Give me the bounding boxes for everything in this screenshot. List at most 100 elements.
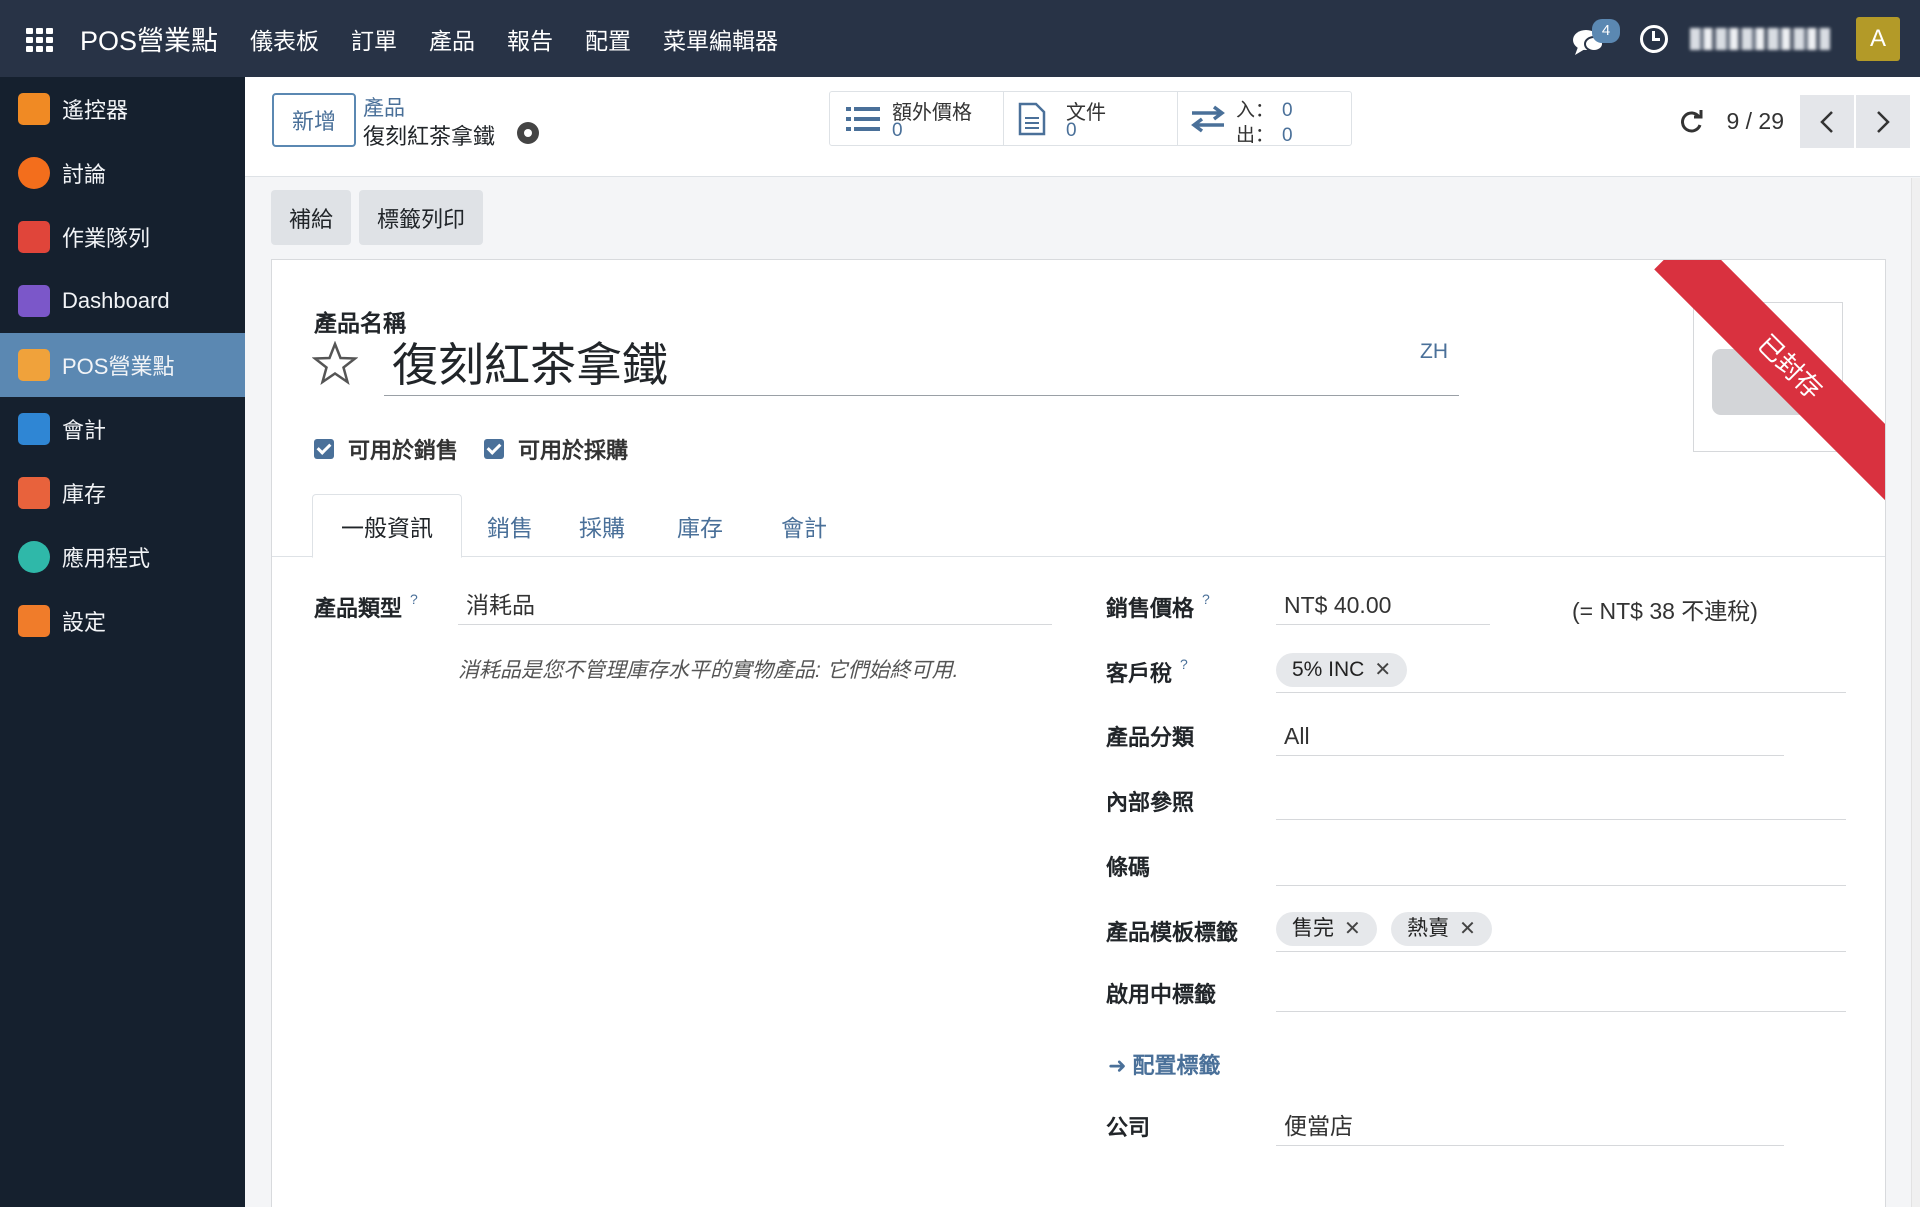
app-grid-icon[interactable] [26, 27, 56, 52]
sidebar-item-label: Dashboard [62, 288, 170, 313]
archived-ribbon: 已封存 [1654, 260, 1885, 503]
documents-value: 0 [1066, 120, 1077, 141]
pager-next-button[interactable] [1856, 95, 1910, 148]
inventory-icon [18, 477, 50, 509]
top-menu: 儀表板 訂單 產品 報告 配置 菜單編輯器 [234, 22, 794, 56]
in-label: 入： [1236, 100, 1275, 121]
barcode-input[interactable] [1276, 846, 1846, 886]
remove-tag-icon[interactable]: ✕ [1344, 912, 1361, 946]
sidebar-item-inventory[interactable]: 庫存 [0, 461, 245, 525]
app-brand[interactable]: POS營業點 [80, 19, 218, 58]
internal-ref-label: 內部參照 [1106, 790, 1195, 815]
queue-icon [18, 221, 50, 253]
star-icon[interactable] [312, 341, 358, 387]
active-tags-field[interactable] [1276, 972, 1846, 1012]
breadcrumb-current: 復刻紅茶拿鐵 [363, 124, 496, 149]
activity-clock-icon[interactable] [1640, 24, 1668, 53]
sales-price-label-text: 銷售價格 [1106, 596, 1195, 621]
can-be-purchased-checkbox[interactable]: 可用於採購 [484, 433, 628, 465]
tab-general-info[interactable]: 一般資訊 [312, 494, 462, 558]
extra-price-label: 額外價格 [892, 102, 972, 124]
settings-icon [18, 605, 50, 637]
customer-taxes-label-text: 客戶稅 [1106, 661, 1173, 686]
dashboard-icon [18, 285, 50, 317]
sidebar-item-label: POS營業點 [62, 354, 175, 379]
sidebar-item-apps[interactable]: 應用程式 [0, 525, 245, 589]
pager-value[interactable]: 9 / 29 [1726, 108, 1784, 135]
in-out-button[interactable]: 入： 0 出： 0 [1178, 92, 1351, 146]
company-select[interactable]: 便當店 [1276, 1106, 1784, 1146]
breadcrumb-parent[interactable]: 產品 [363, 92, 405, 122]
extra-price-value: 0 [892, 120, 903, 141]
replenish-button[interactable]: 補給 [271, 190, 352, 245]
sidebar-item-label: 庫存 [62, 482, 107, 507]
new-button[interactable]: 新增 [272, 93, 356, 147]
list-icon [846, 107, 880, 131]
exchange-icon [1191, 105, 1225, 133]
product-name-label: 產品名稱 [314, 310, 406, 336]
documents-button[interactable]: 文件 0 [1004, 92, 1178, 145]
internal-ref-input[interactable] [1276, 780, 1846, 820]
language-button[interactable]: ZH [1420, 340, 1448, 364]
can-be-purchased-label: 可用於採購 [518, 438, 629, 463]
template-tags-field[interactable]: 售完 ✕ 熱賣 ✕ [1276, 908, 1846, 952]
pager-previous-button[interactable] [1800, 95, 1854, 148]
customer-taxes-label: 客戶稅? [1106, 656, 1188, 688]
print-labels-button[interactable]: 標籤列印 [359, 190, 484, 245]
configure-tags-link[interactable]: ➜ 配置標籤 [1108, 1048, 1221, 1080]
extra-price-button[interactable]: 額外價格 0 [830, 92, 1004, 145]
category-select[interactable]: All [1276, 716, 1784, 756]
sidebar-item-settings[interactable]: 設定 [0, 589, 245, 653]
out-value: 0 [1282, 125, 1293, 146]
form-sheet: 已封存 產品名稱 復刻紅茶拿鐵 ZH 可用於銷售 可用於採購 一般資訊 銷售 採… [271, 259, 1886, 1207]
product-type-select[interactable]: 消耗品 [458, 585, 1052, 625]
customer-taxes-field[interactable]: 5% INC ✕ [1276, 649, 1846, 693]
arrow-right-icon: ➜ [1108, 1053, 1133, 1078]
tab-inventory[interactable]: 庫存 [650, 494, 750, 557]
menu-menu-editor[interactable]: 菜單編輯器 [663, 22, 778, 56]
help-icon[interactable]: ? [1202, 591, 1210, 607]
can-be-sold-checkbox[interactable]: 可用於銷售 [314, 433, 458, 465]
in-value: 0 [1282, 100, 1293, 121]
user-name-blurred[interactable] [1690, 27, 1830, 50]
sidebar-item-dashboard[interactable]: Dashboard [0, 269, 245, 333]
sidebar-item-label: 設定 [62, 610, 107, 635]
document-icon [1018, 102, 1046, 136]
remove-tag-icon[interactable]: ✕ [1374, 653, 1391, 687]
sidebar-item-remote[interactable]: 遙控器 [0, 77, 245, 141]
checkbox-checked-icon [484, 439, 505, 459]
tax-tag-label: 5% INC [1292, 658, 1365, 681]
help-icon[interactable]: ? [1180, 656, 1188, 672]
sidebar-item-discuss[interactable]: 討論 [0, 141, 245, 205]
gear-icon[interactable] [517, 122, 539, 144]
reload-icon[interactable] [1678, 109, 1704, 135]
menu-products[interactable]: 產品 [429, 22, 475, 56]
menu-orders[interactable]: 訂單 [351, 22, 397, 56]
sidebar-item-label: 遙控器 [62, 98, 129, 123]
menu-configuration[interactable]: 配置 [585, 22, 631, 56]
sidebar-item-pos[interactable]: POS營業點 [0, 333, 245, 397]
remote-icon [18, 93, 50, 125]
action-buttons: 補給 標籤列印 [271, 190, 491, 245]
template-tag-label: 熱賣 [1407, 917, 1450, 940]
tab-sales[interactable]: 銷售 [466, 494, 554, 557]
product-type-label-text: 產品類型 [314, 596, 403, 621]
page-scrollbar[interactable] [1911, 178, 1920, 1207]
sidebar-item-queue[interactable]: 作業隊列 [0, 205, 245, 269]
remove-tag-icon[interactable]: ✕ [1459, 912, 1476, 946]
product-name-input[interactable]: 復刻紅茶拿鐵 [384, 334, 1459, 396]
sales-price-tax-note: (= NT$ 38 不連稅) [1572, 598, 1758, 624]
help-icon[interactable]: ? [410, 591, 418, 607]
messages-button[interactable]: 4 [1572, 18, 1620, 59]
menu-dashboard[interactable]: 儀表板 [250, 22, 319, 56]
avatar[interactable]: A [1856, 16, 1900, 61]
sidebar-item-label: 應用程式 [62, 546, 151, 571]
sidebar: 遙控器 討論 作業隊列 Dashboard POS營業點 會計 庫存 應用程式 … [0, 77, 245, 1207]
apps-icon [18, 541, 50, 573]
tab-purchase[interactable]: 採購 [558, 494, 646, 557]
sidebar-item-accounting[interactable]: 會計 [0, 397, 245, 461]
tab-accounting[interactable]: 會計 [754, 494, 854, 557]
sales-price-input[interactable]: NT$ 40.00 [1276, 585, 1490, 625]
menu-reports[interactable]: 報告 [507, 22, 553, 56]
smart-buttons: 額外價格 0 文件 0 入： 0 出： 0 [829, 91, 1352, 146]
